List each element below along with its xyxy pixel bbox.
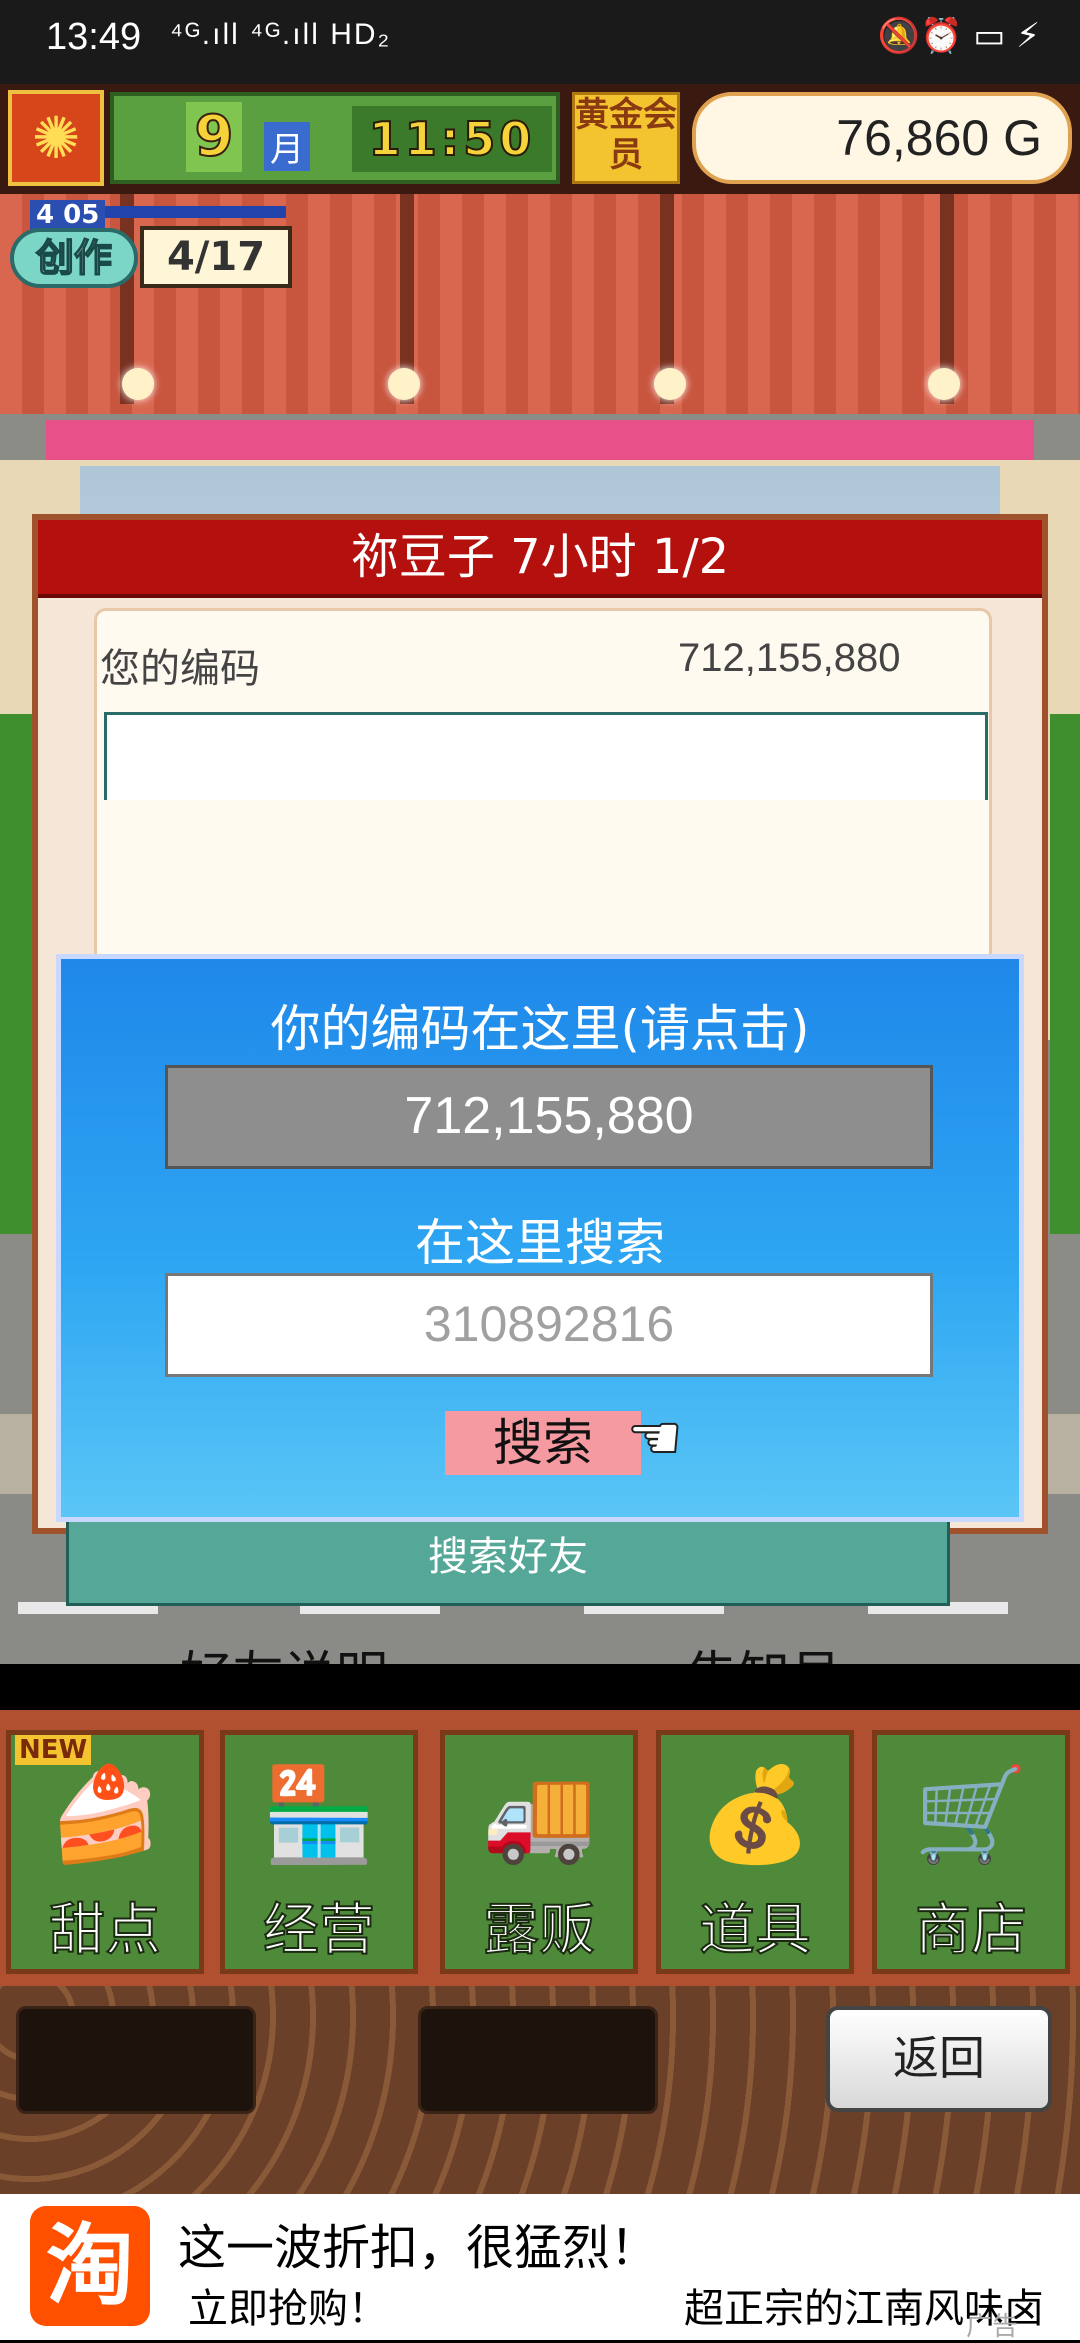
gold-member-badge[interactable]: 黄金会员	[572, 92, 680, 184]
menu-item-store[interactable]: 🛒 商店	[872, 1730, 1070, 1974]
dialog-title: 你的编码在这里(请点击)	[270, 1000, 810, 1058]
menu-item-stall[interactable]: 🚚 露贩	[440, 1730, 638, 1974]
shop-icon: 🏪	[261, 1761, 377, 1868]
panel-title: 祢豆子 7小时 1/2	[38, 520, 1042, 598]
lamp-icon	[654, 368, 686, 400]
network-signal-icon: ⁴ᴳ.ıll ⁴ᴳ.ıll HD₂	[170, 18, 392, 51]
game-scene: 4 05 创作 4/17 祢豆子 7小时 1/2 您的编码 712,155,88…	[0, 194, 1080, 1664]
month-label: 月	[264, 122, 310, 171]
menu-label: 道具	[698, 1897, 812, 1964]
workshop-progress-bar	[96, 206, 286, 218]
your-code-label: 您的编码	[100, 646, 260, 692]
ad-banner[interactable]: 淘 这一波折扣，很猛烈！ 立即抢购！ 超正宗的江南风味卤 广告	[0, 2194, 1080, 2342]
ad-headline: 这一波折扣，很猛烈！	[178, 2220, 659, 2276]
food-truck-icon: 🚚	[481, 1761, 597, 1868]
date-display: 9 月 11:50	[110, 92, 560, 184]
status-icons: 🔕⏰ ▭ ⚡	[877, 16, 1040, 56]
money-display: 76,860 G	[692, 92, 1072, 184]
my-code-field[interactable]: 712,155,880	[165, 1065, 933, 1169]
month-number: 9	[186, 102, 242, 172]
status-time: 13:49	[46, 16, 142, 58]
separator-strip	[0, 1664, 1080, 1710]
maple-leaf-icon[interactable]: ✺	[8, 90, 104, 186]
tree	[1050, 714, 1080, 1234]
search-friend-label: 搜索好友	[428, 1534, 588, 1580]
lamp-icon	[388, 368, 420, 400]
menu-label: 经营	[262, 1897, 376, 1964]
game-clock: 11:50	[352, 106, 552, 172]
lamp-icon	[928, 368, 960, 400]
cake-icon: 🍰	[47, 1761, 163, 1868]
workshop-tag: 4 05	[30, 200, 106, 230]
pointing-hand-icon: ☚	[626, 1400, 684, 1475]
status-bar: 13:49 ⁴ᴳ.ıll ⁴ᴳ.ıll HD₂ 🔕⏰ ▭ ⚡	[0, 0, 1080, 84]
friend-help-button[interactable]: 好友说明	[180, 1634, 388, 1664]
menu-label: 商店	[914, 1897, 1028, 1964]
bottom-bar: 返回	[0, 1986, 1080, 2194]
empty-slot[interactable]	[16, 2006, 256, 2114]
taobao-logo-icon: 淘	[30, 2206, 150, 2326]
workshop-label: 创作	[10, 228, 138, 288]
search-code-input[interactable]: 310892816	[165, 1273, 933, 1377]
back-button[interactable]: 返回	[826, 2006, 1052, 2112]
ad-tag: 广告	[966, 2312, 1019, 2342]
friend-list	[104, 712, 988, 800]
workshop-count: 4/17	[140, 226, 292, 288]
menu-label: 露贩	[482, 1897, 596, 1964]
search-here-label: 在这里搜索	[415, 1214, 665, 1272]
menu-item-dessert[interactable]: NEW 🍰 甜点	[6, 1730, 204, 1974]
ad-cta: 立即抢购！	[188, 2286, 388, 2332]
item-bag-icon: 💰	[697, 1761, 813, 1868]
search-dialog: 你的编码在这里(请点击) 712,155,880 在这里搜索 310892816…	[56, 954, 1024, 1522]
menu-label: 甜点	[48, 1897, 162, 1964]
your-code-value: 712,155,880	[678, 636, 901, 680]
menu-item-items[interactable]: 💰 道具	[656, 1730, 854, 1974]
workshop-counter[interactable]: 4 05 创作 4/17	[6, 196, 298, 296]
search-button[interactable]: 搜索	[445, 1411, 641, 1475]
menu-item-manage[interactable]: 🏪 经营	[220, 1730, 418, 1974]
cart-icon: 🛒	[913, 1761, 1029, 1868]
notice-number-button[interactable]: 告知号	[686, 1634, 842, 1664]
top-hud: ✺ 9 月 11:50 黄金会员 76,860 G	[0, 84, 1080, 194]
empty-slot[interactable]	[418, 2006, 658, 2114]
lamp-icon	[122, 368, 154, 400]
bottom-menu: NEW 🍰 甜点 🏪 经营 🚚 露贩 💰 道具 🛒 商店	[0, 1710, 1080, 1986]
